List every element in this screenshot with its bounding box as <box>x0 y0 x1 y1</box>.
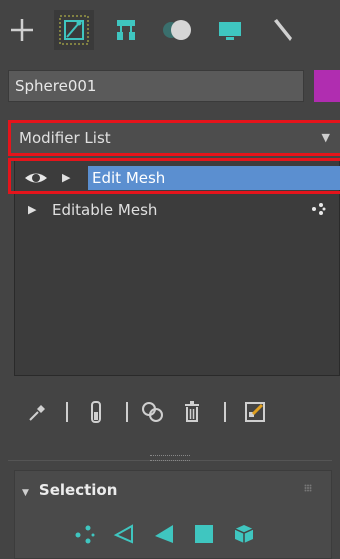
make-unique-icon <box>142 402 163 422</box>
modifier-list-label: Modifier List <box>19 129 111 147</box>
modify-tab[interactable] <box>54 10 94 50</box>
display-icon <box>219 22 241 40</box>
toolbar-separator <box>66 402 68 422</box>
selection-rollout-header[interactable]: ▼ Selection <box>22 478 117 502</box>
selection-rollout-title: Selection <box>38 481 118 499</box>
edit-mesh-highlight-box <box>8 158 340 194</box>
stack-item-label: Editable Mesh <box>52 201 158 219</box>
rollout-grip-icon[interactable] <box>304 484 312 492</box>
collapse-arrow-icon: ▼ <box>22 488 29 498</box>
vertex-button[interactable] <box>70 520 98 548</box>
remove-modifier-icon <box>185 401 199 422</box>
configure-modifier-sets-button[interactable] <box>240 392 270 432</box>
toolbar-separator <box>224 402 226 422</box>
object-color-swatch[interactable] <box>314 70 340 102</box>
configure-modifier-sets-icon <box>245 402 265 422</box>
stack-toolbar <box>0 392 340 432</box>
toolbar-separator <box>126 402 128 422</box>
element-icon <box>234 525 254 543</box>
command-panel-tabs <box>0 0 340 58</box>
modify-icon <box>59 15 89 45</box>
show-end-result-icon <box>91 401 101 423</box>
hierarchy-icon <box>117 20 135 40</box>
sub-object-dots-icon <box>312 203 326 215</box>
object-name-field[interactable]: Sphere001 <box>8 70 304 102</box>
expand-arrow-icon[interactable]: ▶ <box>28 198 36 222</box>
wrench-icon <box>274 19 292 41</box>
polygon-icon <box>195 525 213 543</box>
stack-item-editable-mesh[interactable]: ▶ Editable Mesh <box>16 198 340 222</box>
make-unique-button[interactable] <box>138 392 168 432</box>
selection-level-buttons <box>70 520 270 548</box>
polygon-button[interactable] <box>190 520 218 548</box>
create-tab[interactable] <box>2 10 42 50</box>
edge-button[interactable] <box>110 520 138 548</box>
divider-grip[interactable] <box>150 455 190 461</box>
modifier-list-dropdown[interactable]: Modifier List ▼ <box>8 120 340 156</box>
plus-icon <box>11 19 33 41</box>
face-icon <box>155 525 173 543</box>
element-button[interactable] <box>230 520 258 548</box>
hierarchy-tab[interactable] <box>106 10 146 50</box>
show-end-result-button[interactable] <box>82 392 110 432</box>
face-button[interactable] <box>150 520 178 548</box>
dropdown-arrow-icon: ▼ <box>321 131 330 144</box>
vertex-icon <box>75 525 95 544</box>
display-tab[interactable] <box>210 10 250 50</box>
motion-tab[interactable] <box>158 10 198 50</box>
motion-icon <box>163 20 191 40</box>
utilities-tab[interactable] <box>262 10 302 50</box>
pin-stack-button[interactable] <box>24 392 52 432</box>
edge-icon <box>113 524 133 544</box>
pin-stack-icon <box>29 405 45 421</box>
remove-modifier-button[interactable] <box>178 392 206 432</box>
